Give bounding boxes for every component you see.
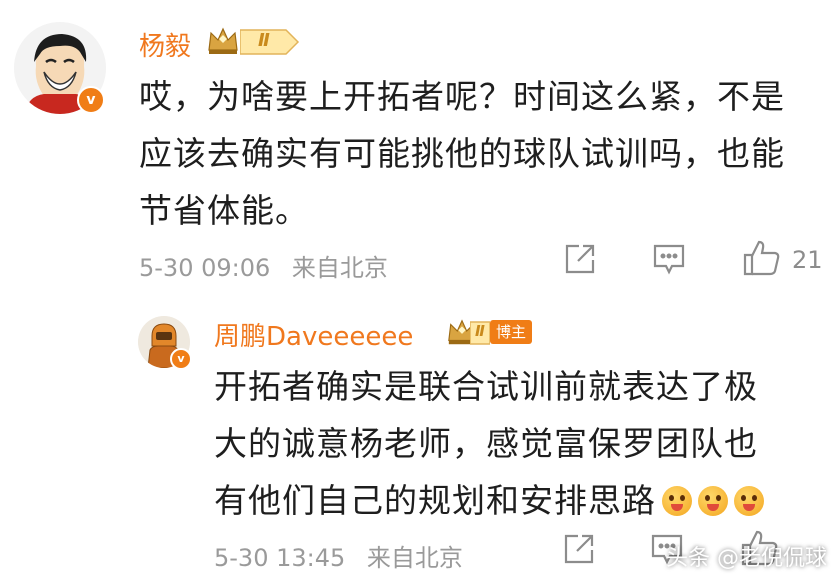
tongue-emoji-icon [662,486,692,516]
comment-location: 来自北京 [291,254,388,282]
comment-timestamp: 5-30 09:06 [139,254,271,282]
level-badge: Ⅱ [239,28,300,60]
share-icon[interactable] [562,532,596,570]
level-badge: Ⅱ [469,320,491,350]
verified-badge: v [77,86,105,114]
reply-verified-badge: v [170,348,192,370]
comment-body: 哎，为啥要上开拓者呢？时间这么紧，不是 应该去确实有可能挑他的球队试训吗，也能 … [139,68,829,239]
reply-text-line: 有他们自己的规划和安排思路 [214,472,824,529]
reply-timestamp: 5-30 13:45 [214,544,346,572]
crown-icon [206,24,240,62]
reply-body: 开拓者确实是联合试训前就表达了极 大的诚意杨老师，感觉富保罗团队也 有他们自己的… [214,358,824,529]
blogger-tag: 博主 [490,320,533,344]
reply-text-last: 有他们自己的规划和安排思路 [214,481,656,520]
watermark: 头条 @老倪侃球 [666,546,827,571]
like-icon[interactable] [742,238,782,282]
tongue-emoji-icon [734,486,764,516]
comment-text-line: 节省体能。 [139,191,309,230]
reply-location: 来自北京 [366,544,463,572]
like-count: 21 [792,246,823,274]
comment-text-line: 应该去确实有可能挑他的球队试训吗，也能 [139,134,785,173]
tongue-emoji-icon [698,486,728,516]
comment-author-name[interactable]: 杨毅 [139,26,191,63]
comment-text-line: 哎，为啥要上开拓者呢？时间这么紧，不是 [139,77,785,116]
share-icon[interactable] [563,242,597,280]
reply-text-line: 开拓者确实是联合试训前就表达了极 [214,367,758,406]
level-badge-text: Ⅱ [258,30,270,51]
reply-author-name[interactable]: 周鹏Daveeeeee [214,316,413,353]
reply-comment-icon[interactable] [652,242,686,280]
reply-text-line: 大的诚意杨老师，感觉富保罗团队也 [214,424,758,463]
level-badge-text: Ⅱ [475,322,485,340]
comment-meta: 5-30 09:06 来自北京 [139,248,388,283]
reply-meta: 5-30 13:45 来自北京 [214,538,463,573]
